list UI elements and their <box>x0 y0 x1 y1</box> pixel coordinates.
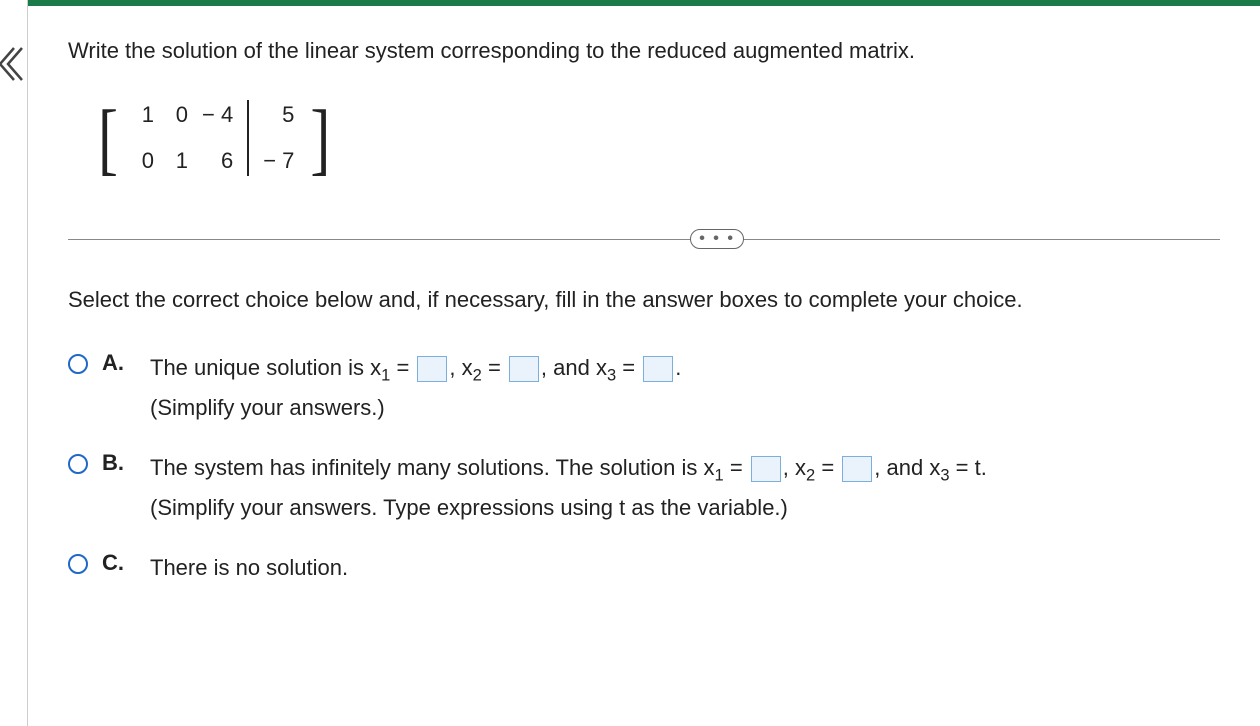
augmented-matrix: [ 1 0 − 4 0 1 6 5 − 7 ] <box>98 97 330 179</box>
radio-b[interactable] <box>68 454 88 474</box>
choice-b: B. The system has infinitely many soluti… <box>68 450 1220 526</box>
matrix-cell: 0 <box>134 148 154 174</box>
question-text: Write the solution of the linear system … <box>68 36 1220 67</box>
choice-b-hint: (Simplify your answers. Type expressions… <box>150 490 1220 525</box>
bracket-left-icon: [ <box>98 97 118 178</box>
answer-input-a-x3[interactable] <box>643 356 673 382</box>
left-panel <box>0 0 28 726</box>
answer-input-b-x1[interactable] <box>751 456 781 482</box>
matrix-cell: 5 <box>263 102 294 128</box>
matrix-cell: 1 <box>134 102 154 128</box>
bracket-right-icon: ] <box>310 97 330 178</box>
choice-a-body: The unique solution is x1 = , x2 = , and… <box>150 350 1220 426</box>
matrix-cell: − 7 <box>263 148 294 174</box>
choice-b-body: The system has infinitely many solutions… <box>150 450 1220 526</box>
question-content: Write the solution of the linear system … <box>68 6 1260 585</box>
radio-c[interactable] <box>68 554 88 574</box>
matrix-cell: 6 <box>202 148 233 174</box>
choice-c-body: There is no solution. <box>150 550 1220 585</box>
answer-input-a-x2[interactable] <box>509 356 539 382</box>
augment-divider <box>247 100 249 176</box>
section-divider: • • • <box>68 229 1220 249</box>
matrix-cell: − 4 <box>202 102 233 128</box>
choice-a: A. The unique solution is x1 = , x2 = , … <box>68 350 1220 426</box>
answer-input-a-x1[interactable] <box>417 356 447 382</box>
choice-a-hint: (Simplify your answers.) <box>150 390 1220 425</box>
instruction-text: Select the correct choice below and, if … <box>68 285 1220 316</box>
more-options-button[interactable]: • • • <box>690 229 744 249</box>
prev-arrow-icon[interactable] <box>0 44 24 84</box>
answer-input-b-x2[interactable] <box>842 456 872 482</box>
choice-c-label: C. <box>102 550 130 576</box>
choice-a-label: A. <box>102 350 130 376</box>
matrix-cell: 1 <box>168 148 188 174</box>
radio-a[interactable] <box>68 354 88 374</box>
choice-b-label: B. <box>102 450 130 476</box>
answer-choices: A. The unique solution is x1 = , x2 = , … <box>68 350 1220 585</box>
choice-c: C. There is no solution. <box>68 550 1220 585</box>
matrix-cell: 0 <box>168 102 188 128</box>
divider-line <box>68 239 1220 240</box>
